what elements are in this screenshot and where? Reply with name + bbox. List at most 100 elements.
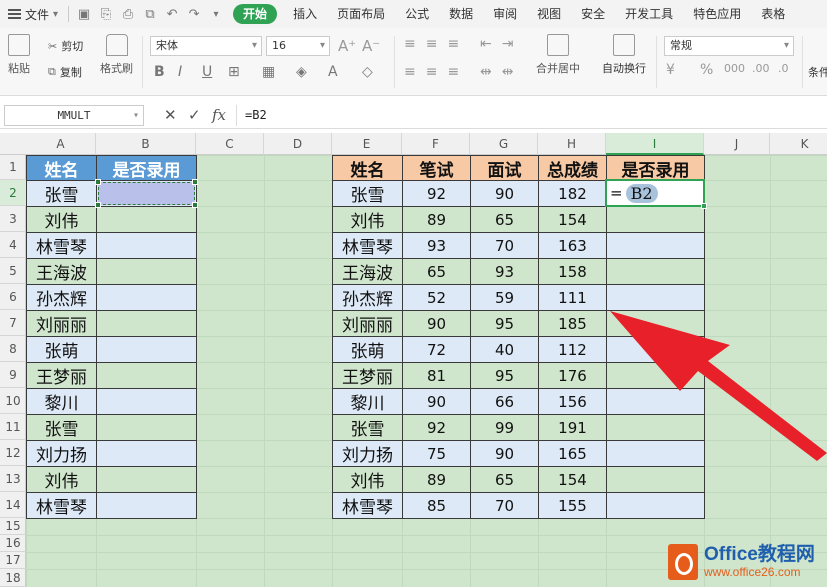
column-header-G[interactable]: G	[470, 133, 538, 155]
tab-7[interactable]: 安全	[571, 0, 615, 28]
right-table-header-2[interactable]: 面试	[470, 155, 539, 181]
row-header-3[interactable]: 3	[0, 206, 26, 232]
number-format-select[interactable]: 常规	[664, 36, 794, 56]
right-table-cell[interactable]: 65	[470, 206, 539, 233]
right-hire-cell[interactable]	[606, 284, 705, 311]
active-cell-i2[interactable]: = B2	[605, 179, 707, 209]
row-header-6[interactable]: 6	[0, 284, 26, 310]
right-table-header-3[interactable]: 总成绩	[538, 155, 607, 181]
right-table-cell[interactable]: 65	[470, 466, 539, 493]
right-table-cell[interactable]: 90	[470, 440, 539, 467]
paste-button[interactable]: 粘贴	[8, 34, 30, 76]
right-table-cell[interactable]: 59	[470, 284, 539, 311]
right-table-cell[interactable]: 52	[402, 284, 471, 311]
right-table-cell[interactable]: 王梦丽	[332, 362, 403, 389]
left-name-cell[interactable]: 张雪	[26, 414, 97, 441]
row-header-10[interactable]: 10	[0, 388, 26, 414]
right-table-cell[interactable]: 90	[402, 310, 471, 337]
right-table-cell[interactable]: 刘丽丽	[332, 310, 403, 337]
row-header-17[interactable]: 17	[0, 552, 26, 569]
row-header-16[interactable]: 16	[0, 535, 26, 552]
column-header-F[interactable]: F	[402, 133, 470, 155]
right-table-cell[interactable]: 191	[538, 414, 607, 441]
column-header-B[interactable]: B	[96, 133, 196, 155]
right-hire-cell[interactable]	[606, 232, 705, 259]
customize-dropdown-icon[interactable]: ▾	[207, 5, 225, 23]
left-name-cell[interactable]: 刘伟	[26, 206, 97, 233]
fill-bucket-icon[interactable]: ◈	[296, 64, 307, 80]
left-hire-cell[interactable]	[96, 258, 197, 285]
left-table-header-0[interactable]: 姓名	[26, 155, 97, 181]
left-hire-cell[interactable]	[96, 440, 197, 467]
right-hire-cell[interactable]	[606, 258, 705, 285]
italic-icon[interactable]: I	[178, 64, 182, 80]
spreadsheet-grid[interactable]: ABCDEFGHIJK 1 2 3 4 5 6 7 8 9 10 11 12 13 14 15 16 17 18 …	[0, 133, 827, 587]
row-header-14[interactable]: 14	[0, 492, 26, 518]
format-painter-button[interactable]: 格式刷	[100, 34, 133, 76]
left-hire-cell[interactable]	[96, 232, 197, 259]
right-table-cell[interactable]: 163	[538, 232, 607, 259]
left-hire-cell[interactable]	[96, 466, 197, 493]
right-table-cell[interactable]: 111	[538, 284, 607, 311]
right-table-cell[interactable]: 65	[402, 258, 471, 285]
right-table-cell[interactable]: 90	[402, 388, 471, 415]
right-table-cell[interactable]: 154	[538, 466, 607, 493]
column-header-A[interactable]: A	[26, 133, 96, 155]
save-icon[interactable]: ▣	[75, 5, 93, 23]
tab-0[interactable]: 开始	[233, 4, 278, 24]
right-table-cell[interactable]: 93	[402, 232, 471, 259]
row-header-12[interactable]: 12	[0, 440, 26, 466]
indent-icons[interactable]: ⇤⇥	[480, 36, 523, 52]
right-table-cell[interactable]: 张萌	[332, 336, 403, 363]
row-header-7[interactable]: 7	[0, 310, 26, 336]
right-table-cell[interactable]: 林雪琴	[332, 232, 403, 259]
left-hire-cell[interactable]	[96, 362, 197, 389]
name-box[interactable]: MMULT	[4, 105, 144, 126]
column-header-H[interactable]: H	[538, 133, 606, 155]
left-name-cell[interactable]: 林雪琴	[26, 492, 97, 519]
right-table-cell[interactable]: 黎川	[332, 388, 403, 415]
right-table-cell[interactable]: 99	[470, 414, 539, 441]
row-header-4[interactable]: 4	[0, 232, 26, 258]
column-header-D[interactable]: D	[264, 133, 332, 155]
row-header-9[interactable]: 9	[0, 362, 26, 388]
fill-handle[interactable]	[701, 203, 707, 209]
cut-button[interactable]: ✂ 剪切	[48, 38, 83, 54]
distribute-icons[interactable]: ⇹⇹	[480, 64, 523, 80]
row-header-11[interactable]: 11	[0, 414, 26, 440]
right-table-header-4[interactable]: 是否录用	[606, 155, 705, 181]
file-menu[interactable]: 文件 ▾	[0, 0, 64, 28]
tab-9[interactable]: 特色应用	[683, 0, 751, 28]
tab-2[interactable]: 页面布局	[327, 0, 395, 28]
left-name-cell[interactable]: 黎川	[26, 388, 97, 415]
right-table-cell[interactable]: 155	[538, 492, 607, 519]
tab-8[interactable]: 开发工具	[615, 0, 683, 28]
bold-icon[interactable]: B	[154, 64, 165, 80]
left-name-cell[interactable]: 林雪琴	[26, 232, 97, 259]
tab-5[interactable]: 审阅	[483, 0, 527, 28]
row-header-2[interactable]: 2	[0, 180, 26, 206]
right-table-cell[interactable]: 70	[470, 492, 539, 519]
right-hire-cell[interactable]	[606, 466, 705, 493]
redo-icon[interactable]: ↷	[185, 5, 203, 23]
row-header-1[interactable]: 1	[0, 155, 26, 180]
selection-handle[interactable]	[95, 179, 101, 185]
right-table-cell[interactable]: 182	[538, 180, 607, 207]
right-table-cell[interactable]: 89	[402, 206, 471, 233]
left-hire-cell[interactable]	[96, 284, 197, 311]
column-header-E[interactable]: E	[332, 133, 402, 155]
copy-button[interactable]: ⧉ 复制	[48, 64, 82, 80]
increase-font-icon[interactable]: A⁺	[338, 37, 356, 55]
right-table-cell[interactable]: 林雪琴	[332, 492, 403, 519]
left-hire-cell[interactable]	[96, 388, 197, 415]
left-hire-cell[interactable]	[96, 206, 197, 233]
left-name-cell[interactable]: 王梦丽	[26, 362, 97, 389]
right-table-cell[interactable]: 93	[470, 258, 539, 285]
currency-icon[interactable]: ¥	[666, 62, 675, 78]
right-table-cell[interactable]: 89	[402, 466, 471, 493]
right-table-cell[interactable]: 张雪	[332, 180, 403, 207]
merge-center-button[interactable]: 合并居中	[536, 34, 580, 76]
right-table-cell[interactable]: 90	[470, 180, 539, 207]
right-table-cell[interactable]: 85	[402, 492, 471, 519]
horizontal-align-icons[interactable]: ≡≡≡	[404, 64, 469, 80]
